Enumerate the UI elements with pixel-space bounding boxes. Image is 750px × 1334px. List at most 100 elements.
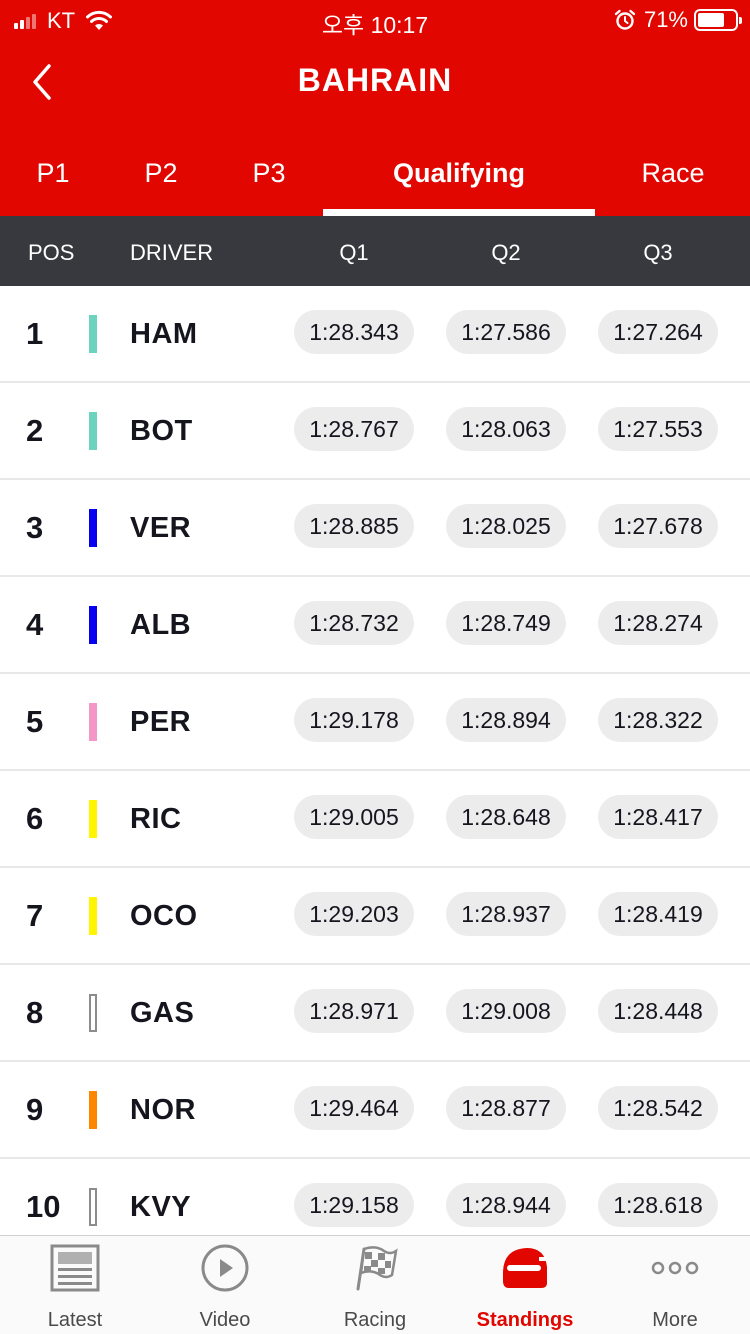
position: 2 (26, 413, 44, 448)
tab-label: Race (641, 158, 705, 188)
tab-label: Qualifying (392, 158, 525, 188)
driver-code: HAM (130, 318, 198, 350)
q2-time: 1:28.944 (446, 1183, 566, 1227)
tab-p3[interactable]: P3 (238, 140, 300, 216)
nav-label: Standings (476, 1309, 574, 1331)
helmet-icon (497, 1242, 553, 1294)
q2-time: 1:28.877 (446, 1086, 566, 1130)
driver-code: NOR (130, 1094, 196, 1126)
table-row[interactable]: 1 HAM 1:28.343 1:27.586 1:27.264 (0, 286, 750, 383)
header: BAHRAIN P1 P2 P3 Qualifying Race (0, 40, 750, 216)
status-bar: KT 오후 10:17 71% (0, 0, 750, 40)
table-row[interactable]: 7 OCO 1:29.203 1:28.937 1:28.419 (0, 868, 750, 965)
column-q1: Q1 (339, 240, 369, 265)
team-color-bar (89, 1188, 97, 1226)
tab-label: P1 (36, 158, 70, 188)
tab-qualifying[interactable]: Qualifying (323, 140, 595, 216)
nav-standings[interactable]: Standings (450, 1236, 600, 1334)
table-row[interactable]: 4 ALB 1:28.732 1:28.749 1:28.274 (0, 577, 750, 674)
q1-time: 1:29.464 (294, 1086, 414, 1130)
q3-time: 1:27.553 (598, 407, 718, 451)
driver-code: PER (130, 706, 192, 738)
newspaper-icon (50, 1244, 100, 1292)
helmet-icon (503, 1248, 547, 1288)
bottom-nav: Latest Video Racing Standings More (0, 1235, 750, 1334)
column-q3: Q3 (643, 240, 673, 265)
q2-time: 1:28.063 (446, 407, 566, 451)
table-row[interactable]: 2 BOT 1:28.767 1:28.063 1:27.553 (0, 383, 750, 480)
checkered-flag-icon (356, 1246, 398, 1291)
play-icon (201, 1244, 249, 1292)
q3-time: 1:27.678 (598, 504, 718, 548)
q1-time: 1:29.178 (294, 698, 414, 742)
page-title: BAHRAIN (297, 62, 453, 98)
more-dots-icon (651, 1261, 699, 1275)
driver-code: GAS (130, 997, 195, 1029)
table-row[interactable]: 5 PER 1:29.178 1:28.894 1:28.322 (0, 674, 750, 771)
q3-time: 1:27.264 (598, 310, 718, 354)
table-row[interactable]: 3 VER 1:28.885 1:28.025 1:27.678 (0, 480, 750, 577)
q1-time: 1:28.971 (294, 989, 414, 1033)
driver-code: BOT (130, 415, 193, 447)
table-row[interactable]: 10 KVY 1:29.158 1:28.944 1:28.618 (0, 1159, 750, 1235)
tab-p1[interactable]: P1 (22, 140, 84, 216)
team-color-bar (89, 606, 97, 644)
q3-time: 1:28.322 (598, 698, 718, 742)
team-color-bar (89, 897, 97, 935)
q1-time: 1:28.732 (294, 601, 414, 645)
nav-latest[interactable]: Latest (0, 1236, 150, 1334)
nav-video[interactable]: Video (150, 1236, 300, 1334)
play-icon (197, 1242, 253, 1294)
nav-label: More (652, 1309, 698, 1331)
table-row[interactable]: 9 NOR 1:29.464 1:28.877 1:28.542 (0, 1062, 750, 1159)
nav-racing[interactable]: Racing (300, 1236, 450, 1334)
q1-time: 1:28.767 (294, 407, 414, 451)
q2-time: 1:28.648 (446, 795, 566, 839)
driver-code: RIC (130, 803, 182, 835)
q2-time: 1:28.025 (446, 504, 566, 548)
battery-icon (694, 9, 742, 31)
q3-time: 1:28.448 (598, 989, 718, 1033)
alarm-icon (614, 9, 636, 30)
team-color-bar (89, 800, 97, 838)
tab-p2[interactable]: P2 (130, 140, 192, 216)
q1-time: 1:29.005 (294, 795, 414, 839)
position: 6 (26, 801, 44, 836)
driver-code: VER (130, 512, 192, 544)
q2-time: 1:28.749 (446, 601, 566, 645)
team-color-bar (89, 509, 97, 547)
team-color-bar (89, 994, 97, 1032)
table-row[interactable]: 6 RIC 1:29.005 1:28.648 1:28.417 (0, 771, 750, 868)
battery-percent: 71% (643, 7, 688, 32)
status-right: 71% (614, 6, 742, 34)
team-color-bar (89, 703, 97, 741)
q2-time: 1:29.008 (446, 989, 566, 1033)
position: 10 (26, 1189, 61, 1224)
position: 4 (26, 607, 44, 642)
q1-time: 1:28.343 (294, 310, 414, 354)
team-color-bar (89, 1091, 97, 1129)
position: 9 (26, 1092, 44, 1127)
q2-time: 1:28.937 (446, 892, 566, 936)
tab-race[interactable]: Race (630, 140, 716, 216)
table-row[interactable]: 8 GAS 1:28.971 1:29.008 1:28.448 (0, 965, 750, 1062)
column-pos: POS (28, 240, 75, 265)
nav-label: Video (199, 1309, 251, 1331)
column-q2: Q2 (491, 240, 521, 265)
results-table: 1 HAM 1:28.343 1:27.586 1:27.264 2 BOT 1… (0, 286, 750, 1235)
q3-time: 1:28.542 (598, 1086, 718, 1130)
q2-time: 1:27.586 (446, 310, 566, 354)
q3-time: 1:28.419 (598, 892, 718, 936)
checkered-flag-icon (347, 1242, 403, 1294)
q1-time: 1:28.885 (294, 504, 414, 548)
nav-label: Racing (343, 1309, 407, 1331)
tab-label: P3 (252, 158, 286, 188)
nav-label: Latest (47, 1309, 103, 1331)
nav-more[interactable]: More (600, 1236, 750, 1334)
newspaper-icon (47, 1242, 103, 1294)
q1-time: 1:29.158 (294, 1183, 414, 1227)
driver-code: OCO (130, 900, 198, 932)
q3-time: 1:28.618 (598, 1183, 718, 1227)
more-dots-icon (647, 1242, 703, 1294)
position: 5 (26, 704, 44, 739)
